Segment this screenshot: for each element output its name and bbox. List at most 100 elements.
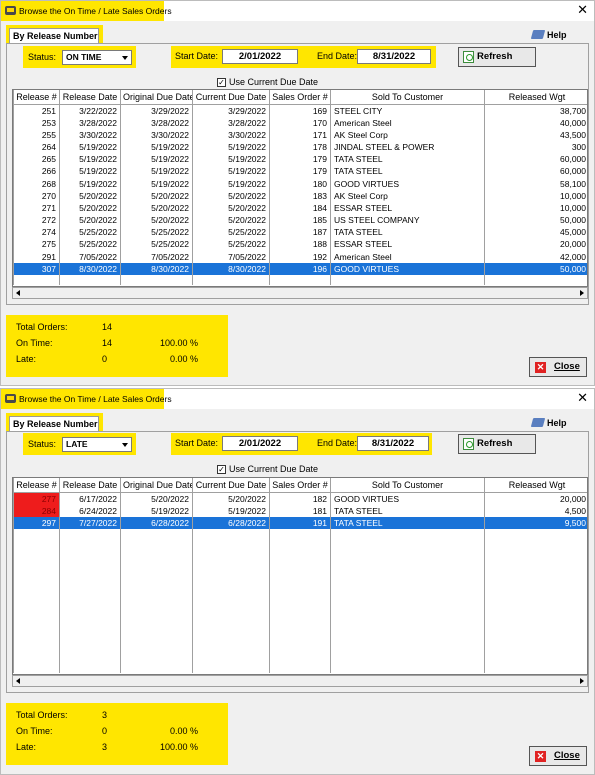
table-row[interactable]: 271 5/20/2022 5/20/2022 5/20/2022 184 ESSAR S… xyxy=(13,201,587,214)
table-cell: 272 xyxy=(13,214,60,227)
table-cell: 10,000 xyxy=(484,201,587,214)
close-icon[interactable]: ✕ xyxy=(577,391,588,405)
status-value: LATE xyxy=(66,439,88,449)
start-date-label: Start Date: xyxy=(175,51,219,61)
table-cell: 169 xyxy=(269,104,331,117)
column-header[interactable]: Sold To Customer xyxy=(330,90,485,105)
column-header[interactable]: Original Due Date xyxy=(120,90,193,105)
close-button-icon: ✕ xyxy=(535,362,546,373)
table-row[interactable]: 265 5/19/2022 5/19/2022 5/19/2022 179 TATA ST… xyxy=(13,153,587,166)
table-row[interactable]: 268 5/19/2022 5/19/2022 5/19/2022 180 GOOD VI… xyxy=(13,177,587,190)
table-cell: 181 xyxy=(269,504,331,517)
table-cell: TATA STEEL xyxy=(330,516,485,529)
table-cell: 5/25/2022 xyxy=(59,238,121,251)
help-button[interactable]: Help xyxy=(530,416,578,430)
column-header[interactable]: Sold To Customer xyxy=(330,478,485,493)
table-cell: 251 xyxy=(13,104,60,117)
empty-grid-area xyxy=(13,528,587,674)
table-row[interactable]: 275 5/25/2022 5/25/2022 5/25/2022 188 ESSAR S… xyxy=(13,238,587,251)
table-cell: 5/25/2022 xyxy=(59,226,121,239)
column-header[interactable]: Sales Order # xyxy=(269,478,331,493)
horizontal-scrollbar[interactable] xyxy=(12,675,588,687)
use-current-due-checkbox[interactable]: ✓ xyxy=(217,465,226,474)
close-button[interactable]: ✕ Close xyxy=(529,357,587,377)
horizontal-scrollbar[interactable] xyxy=(12,287,588,299)
column-header[interactable]: Current Due Date xyxy=(192,478,270,493)
table-row[interactable]: 264 5/19/2022 5/19/2022 5/19/2022 178 JINDAL … xyxy=(13,140,587,154)
refresh-button[interactable]: Refresh xyxy=(458,434,536,454)
table-cell: 5/25/2022 xyxy=(192,238,270,251)
table-cell: 255 xyxy=(13,128,60,141)
column-header[interactable]: Release Date xyxy=(59,478,121,493)
orders-grid[interactable]: Release # Release Date Original Due Date Cu… xyxy=(12,477,588,675)
table-row[interactable]: 272 5/20/2022 5/20/2022 5/20/2022 185 US STEE… xyxy=(13,214,587,227)
empty-cell xyxy=(192,274,270,286)
scroll-left-icon[interactable] xyxy=(16,290,20,296)
end-date-field[interactable]: 8/31/2022 xyxy=(357,436,429,451)
late-percent: 0.00 % xyxy=(169,354,198,364)
help-button[interactable]: Help xyxy=(530,28,578,42)
status-select[interactable]: LATE xyxy=(62,437,132,452)
table-cell: 265 xyxy=(13,153,60,166)
start-date-label: Start Date: xyxy=(175,438,219,448)
table-row[interactable]: 251 3/22/2022 3/29/2022 3/29/2022 169 STEEL C… xyxy=(13,104,587,117)
table-row[interactable]: 274 5/25/2022 5/25/2022 5/25/2022 187 TATA ST… xyxy=(13,226,587,239)
end-date-field[interactable]: 8/31/2022 xyxy=(357,49,431,64)
use-current-due-checkbox[interactable]: ✓ xyxy=(217,78,226,87)
table-cell: 266 xyxy=(13,165,60,178)
table-row[interactable]: 291 7/05/2022 7/05/2022 7/05/2022 192 America… xyxy=(13,250,587,263)
help-icon xyxy=(530,30,546,39)
start-date-field[interactable]: 2/01/2022 xyxy=(222,49,298,64)
status-label: Status: xyxy=(28,52,57,62)
close-button[interactable]: ✕ Close xyxy=(529,746,587,766)
table-cell: ESSAR STEEL xyxy=(330,238,485,251)
column-header[interactable]: Released Wgt xyxy=(484,90,587,105)
status-select[interactable]: ON TIME xyxy=(62,50,132,65)
tab-by-release-number[interactable]: By Release Number xyxy=(9,28,99,43)
table-row[interactable]: 270 5/20/2022 5/20/2022 5/20/2022 183 AK Stee… xyxy=(13,189,587,202)
table-cell: 5/25/2022 xyxy=(120,226,193,239)
column-header[interactable]: Released Wgt xyxy=(484,478,587,493)
table-cell: 182 xyxy=(269,492,331,505)
close-icon[interactable]: ✕ xyxy=(577,3,588,17)
column-header[interactable]: Release Date xyxy=(59,90,121,105)
scroll-right-icon[interactable] xyxy=(580,678,584,684)
table-cell: 6/24/2022 xyxy=(59,504,121,517)
column-header[interactable]: Sales Order # xyxy=(269,90,331,105)
table-cell: 180 xyxy=(269,177,331,190)
table-row[interactable]: 297 7/27/2022 6/28/2022 6/28/2022 191 TATA ST… xyxy=(13,516,587,529)
scroll-right-icon[interactable] xyxy=(580,290,584,296)
table-cell: 284 xyxy=(13,504,60,517)
scroll-left-icon[interactable] xyxy=(16,678,20,684)
column-header[interactable]: Original Due Date xyxy=(120,478,193,493)
tab-by-release-number[interactable]: By Release Number xyxy=(9,416,99,431)
start-date-field[interactable]: 2/01/2022 xyxy=(222,436,298,451)
table-cell: 274 xyxy=(13,226,60,239)
table-row[interactable]: 307 8/30/2022 8/30/2022 8/30/2022 196 GOOD VI… xyxy=(13,262,587,275)
on-time-percent: 100.00 % xyxy=(159,338,198,348)
table-cell: 50,000 xyxy=(484,214,587,227)
refresh-button[interactable]: Refresh xyxy=(458,47,536,67)
close-button-icon: ✕ xyxy=(535,751,546,762)
table-cell: 3/22/2022 xyxy=(59,104,121,117)
table-cell: TATA STEEL xyxy=(330,165,485,178)
table-row[interactable]: 255 3/30/2022 3/30/2022 3/30/2022 171 AK Stee… xyxy=(13,128,587,141)
table-cell: 5/19/2022 xyxy=(192,140,270,154)
orders-grid[interactable]: Release # Release Date Original Due Date Cu… xyxy=(12,89,588,287)
table-cell: 5/20/2022 xyxy=(120,214,193,227)
table-cell: 5/20/2022 xyxy=(120,492,193,505)
status-value: ON TIME xyxy=(66,52,102,62)
table-row[interactable]: 277 6/17/2022 5/20/2022 5/20/2022 182 GOOD VI… xyxy=(13,492,587,505)
table-cell: 3/30/2022 xyxy=(59,128,121,141)
table-cell: 185 xyxy=(269,214,331,227)
column-header[interactable]: Release # xyxy=(13,90,60,105)
table-row[interactable]: 253 3/28/2022 3/28/2022 3/28/2022 170 America… xyxy=(13,116,587,129)
empty-cell xyxy=(192,528,270,674)
table-cell: 5/19/2022 xyxy=(120,153,193,166)
table-row[interactable]: 266 5/19/2022 5/19/2022 5/19/2022 179 TATA ST… xyxy=(13,165,587,178)
table-row[interactable]: 284 6/24/2022 5/19/2022 5/19/2022 181 TATA ST… xyxy=(13,504,587,517)
end-date-label: End Date: xyxy=(317,51,358,61)
table-cell: 5/20/2022 xyxy=(120,201,193,214)
column-header[interactable]: Current Due Date xyxy=(192,90,270,105)
column-header[interactable]: Release # xyxy=(13,478,60,493)
